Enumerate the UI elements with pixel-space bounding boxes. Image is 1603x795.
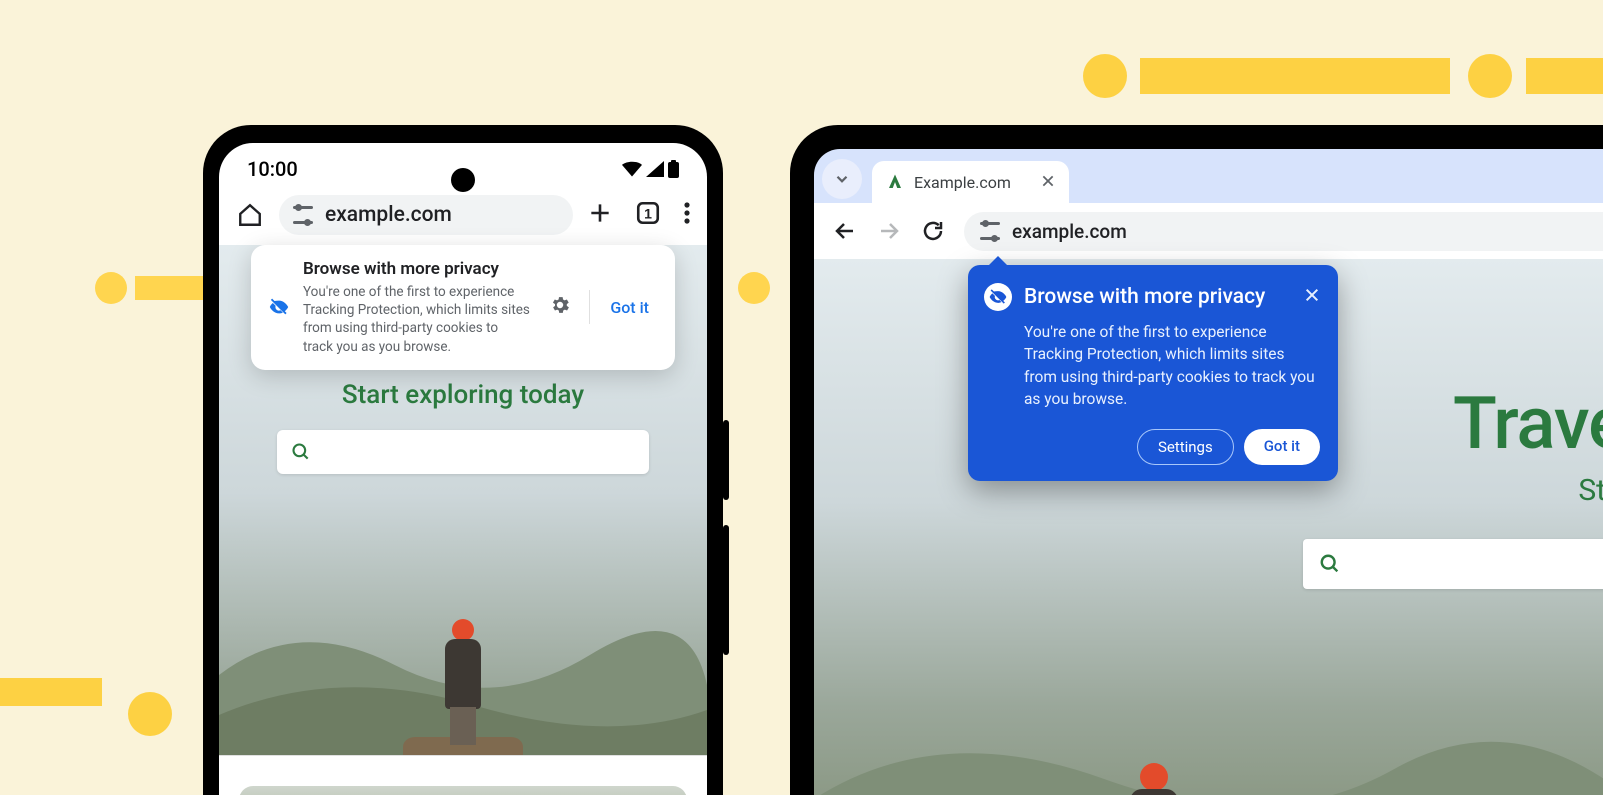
- phone-side-button: [723, 420, 729, 500]
- popup-body: You're one of the first to experience Tr…: [303, 283, 531, 356]
- settings-button[interactable]: Settings: [1137, 429, 1234, 465]
- page-heading: Start exploring today: [219, 380, 707, 410]
- bg-dash: [1140, 58, 1450, 94]
- tab-search-icon[interactable]: [822, 159, 862, 199]
- status-time: 10:00: [247, 157, 298, 181]
- phone-toolbar: example.com 1: [219, 187, 707, 245]
- bg-dot: [1468, 54, 1512, 98]
- back-icon[interactable]: [832, 219, 858, 243]
- bg-dash: [135, 276, 205, 300]
- svg-text:1: 1: [644, 205, 652, 221]
- bg-dash: [1526, 58, 1603, 94]
- tracking-protection-popup: Browse with more privacy You're one of t…: [251, 245, 675, 370]
- bg-dot: [1083, 54, 1127, 98]
- home-icon[interactable]: [235, 202, 265, 228]
- overflow-menu-icon[interactable]: [683, 201, 691, 229]
- camera-hole: [451, 168, 475, 192]
- omnibox[interactable]: example.com: [964, 212, 1603, 251]
- signal-icon: [646, 161, 664, 177]
- person-illustration: [445, 619, 481, 745]
- forward-icon[interactable]: [876, 219, 902, 243]
- divider: [589, 290, 590, 324]
- tune-icon: [293, 206, 313, 224]
- tracking-protection-popup: Browse with more privacy You're one of t…: [968, 265, 1338, 481]
- page-subheading: Start: [1578, 473, 1603, 508]
- battery-icon: [668, 160, 679, 178]
- phone-side-button: [723, 525, 729, 655]
- popup-title: Browse with more privacy: [303, 259, 531, 279]
- phone-frame: 10:00 example.com 1: [203, 125, 723, 795]
- got-it-button[interactable]: Got it: [1244, 429, 1320, 465]
- tab-title: Example.com: [914, 173, 1011, 192]
- browser-tab[interactable]: Example.com: [872, 161, 1069, 203]
- popup-body: You're one of the first to experience Tr…: [984, 321, 1320, 411]
- reload-icon[interactable]: [920, 219, 946, 243]
- desktop-page-content: Travel Start Browse with more privacy Yo…: [814, 259, 1603, 795]
- phone-page-content: Start exploring today Browse with more p…: [219, 245, 707, 795]
- tune-icon: [980, 222, 1000, 240]
- close-tab-icon[interactable]: [1041, 173, 1055, 192]
- new-tab-icon[interactable]: [587, 200, 613, 230]
- page-search-input[interactable]: [1303, 539, 1603, 589]
- desktop-toolbar: example.com: [814, 203, 1603, 259]
- phone-screen: 10:00 example.com 1: [219, 143, 707, 795]
- person-illustration: [1130, 763, 1178, 795]
- omnibox[interactable]: example.com: [279, 195, 573, 235]
- tab-strip: Example.com: [814, 149, 1603, 203]
- got-it-button[interactable]: Got it: [598, 298, 661, 317]
- desktop-frame: Example.com example.com: [790, 125, 1603, 795]
- bg-dot: [128, 692, 172, 736]
- wifi-icon: [622, 161, 642, 177]
- popup-title: Browse with more privacy: [1024, 285, 1292, 309]
- favicon-icon: [886, 173, 904, 191]
- bg-dot: [738, 272, 770, 304]
- url-text: example.com: [325, 203, 452, 227]
- tab-switcher-icon[interactable]: 1: [635, 200, 661, 230]
- eye-off-icon: [263, 296, 295, 318]
- desktop-screen: Example.com example.com: [814, 149, 1603, 795]
- bg-dash: [0, 678, 102, 706]
- close-icon[interactable]: [1304, 287, 1320, 307]
- settings-icon[interactable]: [539, 294, 581, 320]
- page-search-input[interactable]: [277, 430, 649, 474]
- eye-off-icon: [984, 283, 1012, 311]
- url-text: example.com: [1012, 220, 1127, 243]
- bg-dot: [95, 272, 127, 304]
- page-heading: Travel: [1453, 381, 1603, 466]
- page-bottom-strip: [219, 755, 707, 795]
